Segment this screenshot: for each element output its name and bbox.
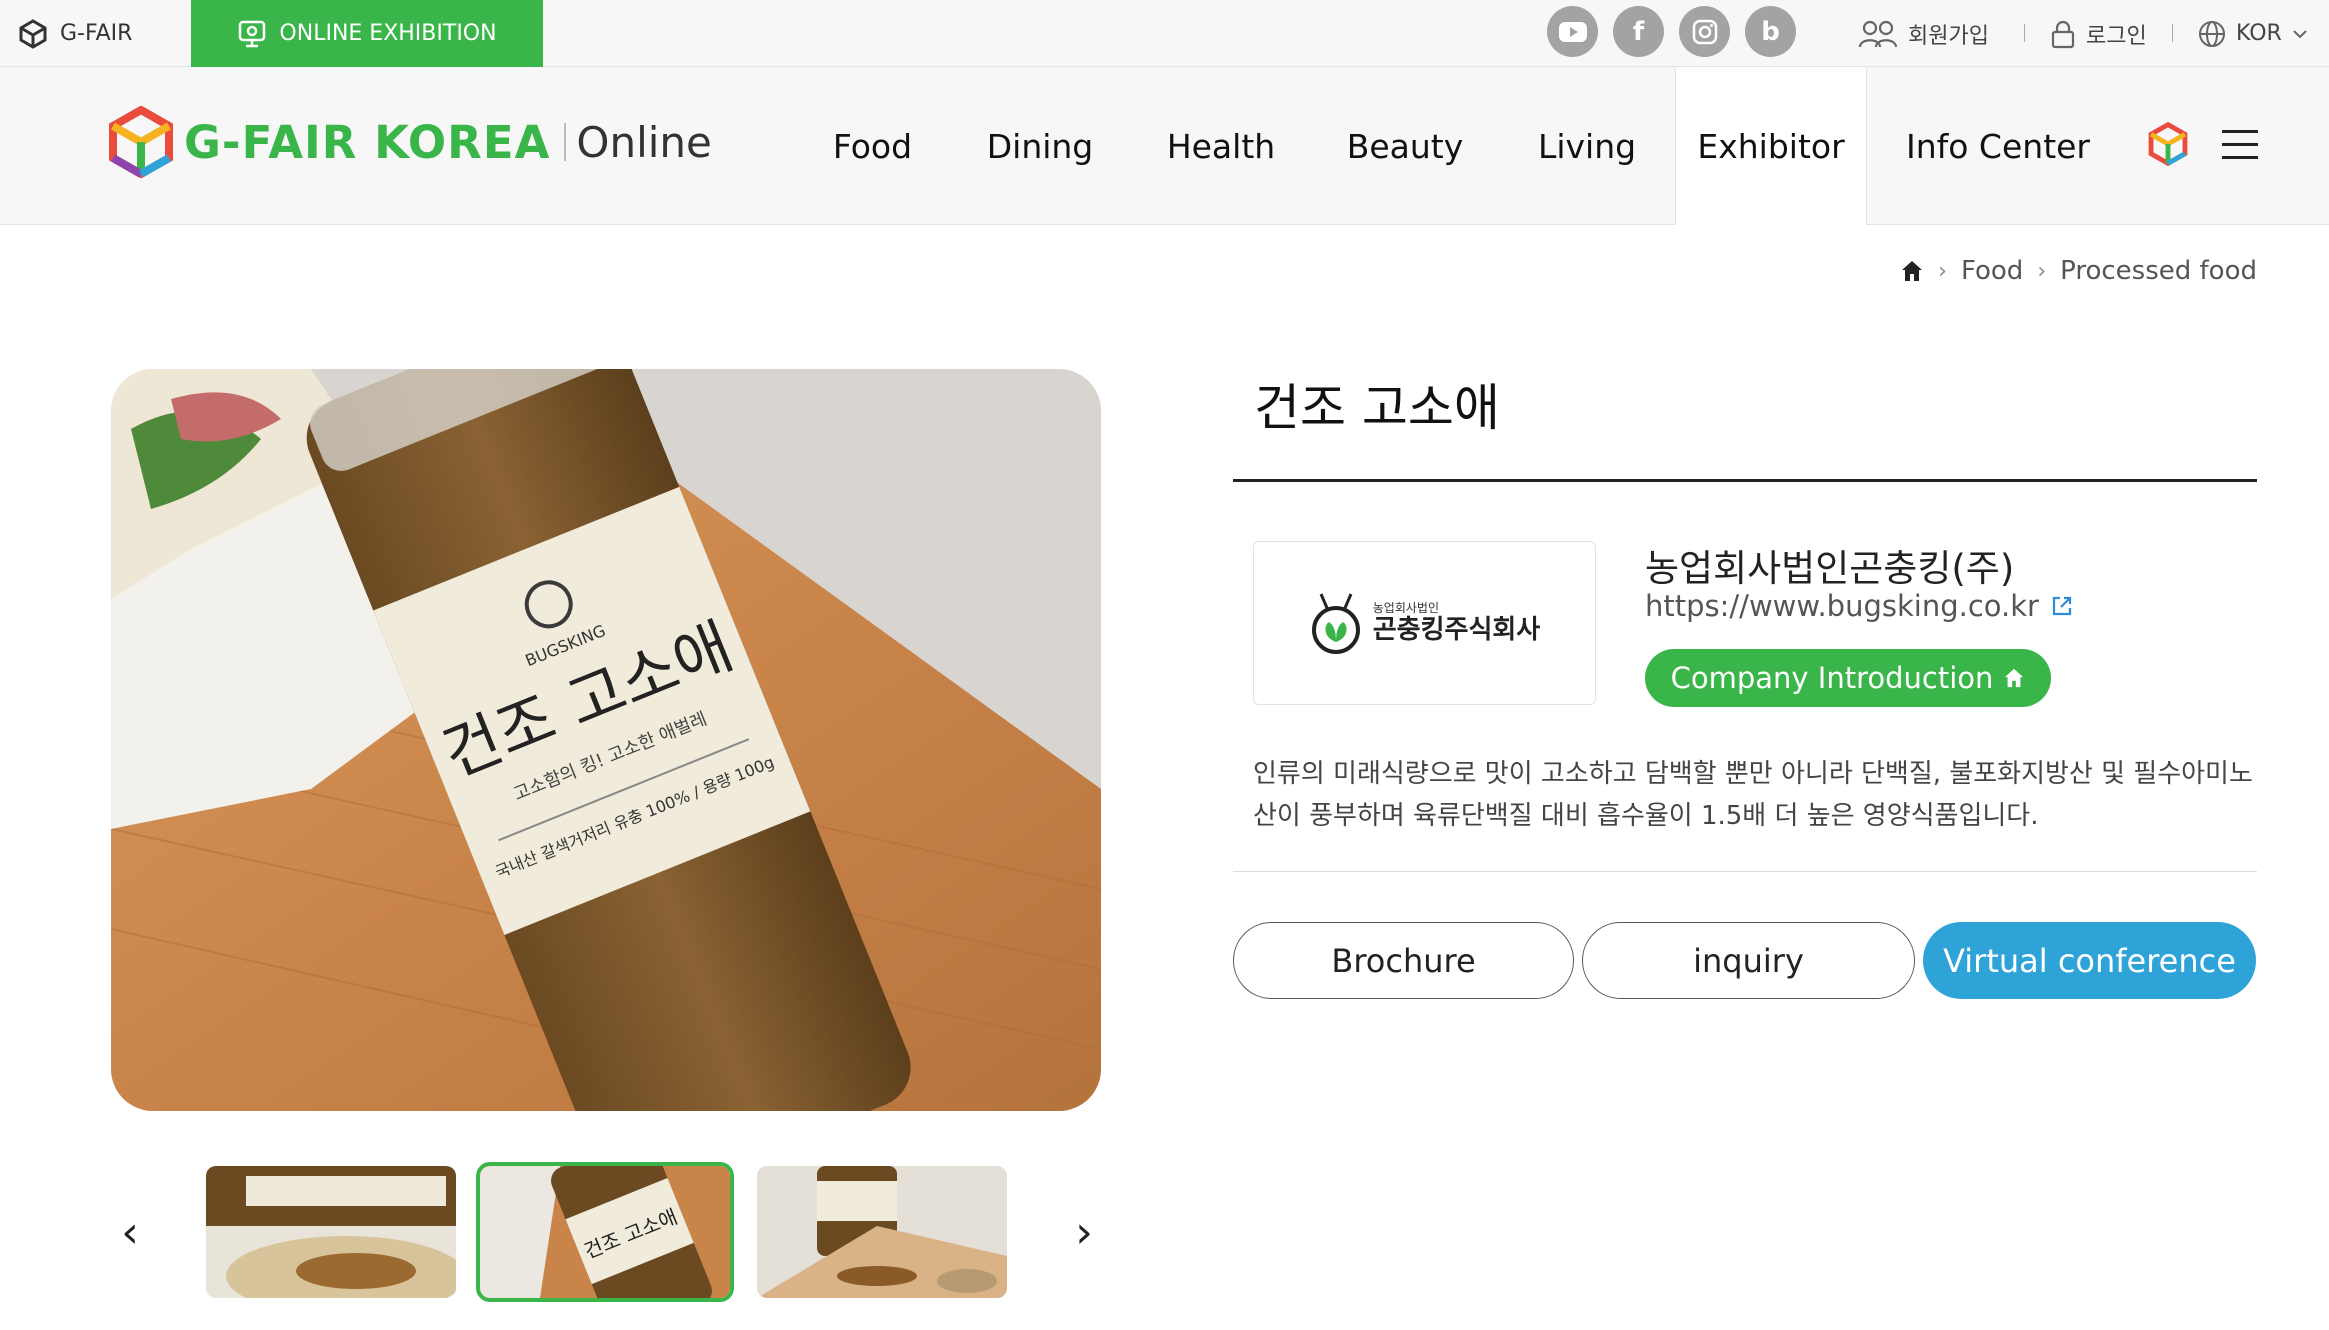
product-description: 인류의 미래식량으로 맛이 고소하고 담백할 뿐만 아니라 단백질, 불포화지방… (1253, 759, 2253, 831)
external-link-icon (2052, 596, 2072, 616)
nav-food[interactable]: Food (805, 67, 940, 225)
gfair-link-label: G-FAIR (60, 21, 133, 46)
company-logo-big-text: 곤충킹주식회사 (1372, 615, 1541, 645)
home-icon (2005, 668, 2024, 688)
title-divider (1233, 479, 2257, 482)
gallery-thumbnail[interactable] (206, 1166, 456, 1298)
nav-living[interactable]: Living (1520, 67, 1654, 225)
instagram-icon[interactable] (1679, 6, 1730, 57)
company-logo-small-text: 농업회사법인 (1372, 601, 1440, 615)
company-introduction-label: Company Introduction (1670, 661, 1994, 695)
breadcrumb-separator-icon: › (2037, 258, 2047, 284)
users-icon (1858, 20, 1898, 47)
facebook-icon[interactable]: f (1613, 6, 1664, 57)
top-utility-bar: G-FAIR ONLINE EXHIBITION f b 회원가입 로그인 KO… (0, 0, 2329, 67)
gfair-cube-icon (19, 18, 47, 49)
company-name: 농업회사법인곤충킹(주) (1645, 547, 2015, 590)
description-divider (1233, 871, 2257, 872)
bug-logo-icon (1311, 593, 1360, 654)
signup-label: 회원가입 (1908, 23, 1989, 49)
online-exhibition-tab[interactable]: ONLINE EXHIBITION (191, 0, 543, 67)
company-url-link[interactable]: https://www.bugsking.co.kr (1645, 589, 2073, 623)
online-exhibition-label: ONLINE EXHIBITION (279, 21, 497, 46)
main-header: G-FAIR KOREA Online Food Dining Health B… (0, 67, 2329, 225)
nav-info-center[interactable]: Info Center (1895, 67, 2101, 225)
util-divider (2024, 24, 2025, 42)
logo-text: G-FAIR KOREA (184, 115, 551, 169)
gfair-logo-icon (109, 106, 173, 178)
util-divider (2172, 24, 2173, 42)
product-title: 건조 고소애 (1254, 379, 1500, 437)
youtube-icon[interactable] (1547, 6, 1598, 57)
company-logo: 농업회사법인 곤충킹주식회사 (1253, 541, 1596, 705)
signup-link[interactable]: 회원가입 (1858, 0, 1989, 67)
breadcrumb: › Food › Processed food (1900, 256, 2257, 286)
lock-icon (2051, 20, 2075, 48)
logo-divider (564, 123, 567, 161)
language-selector[interactable]: KOR (2198, 0, 2308, 67)
breadcrumb-separator-icon: › (1938, 258, 1947, 284)
gfair-home-link[interactable]: G-FAIR (18, 0, 132, 67)
login-label: 로그인 (2086, 23, 2147, 49)
breadcrumb-item-processed-food[interactable]: Processed food (2060, 256, 2257, 286)
company-introduction-button[interactable]: Company Introduction (1645, 649, 2051, 707)
login-link[interactable]: 로그인 (2050, 0, 2147, 67)
gallery-thumbnail-active[interactable]: 건조 고소애 (476, 1162, 734, 1302)
blog-icon[interactable]: b (1745, 6, 1796, 57)
brochure-button[interactable]: Brochure (1233, 922, 1574, 999)
language-label: KOR (2236, 21, 2282, 46)
gallery-thumbnail[interactable] (757, 1166, 1007, 1298)
nav-exhibitor[interactable]: Exhibitor (1675, 67, 1867, 225)
gallery-next-arrow-icon[interactable]: › (1064, 1207, 1104, 1258)
company-url-text: https://www.bugsking.co.kr (1645, 589, 2039, 623)
nav-dining[interactable]: Dining (970, 67, 1110, 225)
gfair-small-logo-icon[interactable] (2148, 121, 2188, 167)
globe-icon (2199, 20, 2225, 47)
nav-beauty[interactable]: Beauty (1330, 67, 1480, 225)
social-links: f b (1547, 6, 1796, 57)
virtual-conference-button[interactable]: Virtual conference (1923, 922, 2256, 999)
home-icon[interactable] (1900, 259, 1924, 283)
product-main-image: BUGSKING 건조 고소애 고소함의 킹! 고소한 애벌레 국내산 갈색거저… (111, 369, 1101, 1111)
breadcrumb-item-food[interactable]: Food (1961, 256, 2023, 286)
menu-hamburger-icon[interactable] (2222, 130, 2258, 160)
nav-health[interactable]: Health (1150, 67, 1292, 225)
online-exhibition-icon (239, 20, 266, 47)
gallery-prev-arrow-icon[interactable]: ‹ (110, 1207, 150, 1258)
chevron-down-icon (2293, 29, 2307, 38)
inquiry-button[interactable]: inquiry (1582, 922, 1915, 999)
site-logo[interactable]: G-FAIR KOREA Online (108, 106, 712, 178)
logo-subtitle: Online (576, 117, 712, 167)
